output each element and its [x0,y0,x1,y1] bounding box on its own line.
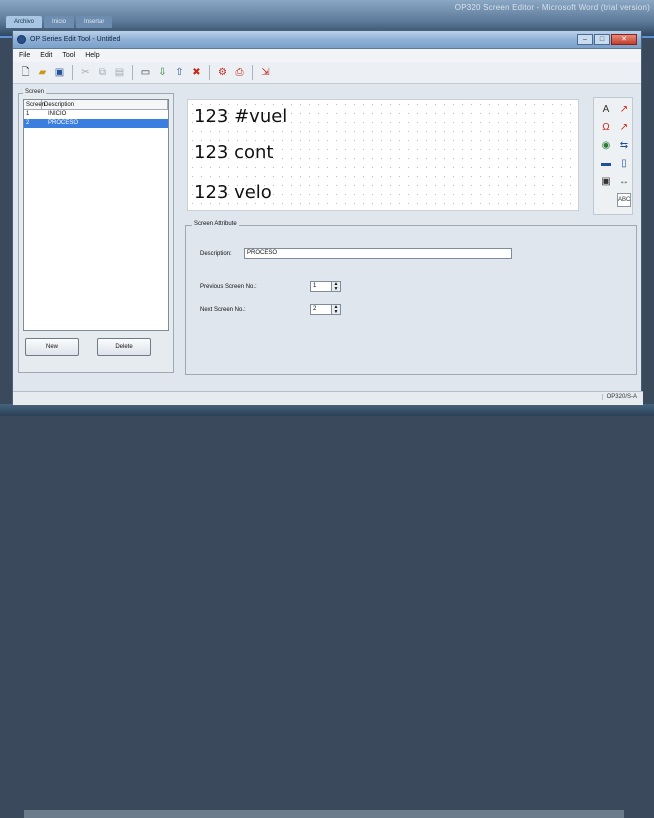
lamp-tool-icon[interactable]: ◉ [599,139,613,153]
display-text[interactable]: 123 cont [194,142,273,163]
text-tool-icon[interactable]: A [599,103,613,117]
screen-group: Screen Screen Description 1 INICIO 2 PRO… [18,89,174,373]
print-icon[interactable]: ⎙ [232,65,247,80]
background-tab[interactable]: Insertar [76,16,113,28]
screen-group-caption: Screen [23,89,47,95]
previous-screen-value[interactable]: 1 [310,281,332,292]
toolbar-separator [132,65,133,80]
display-text[interactable]: 123 velo [194,182,272,203]
previous-screen-label: Previous Screen No.: [200,283,257,290]
delete-screen-button[interactable]: Delete [97,338,151,356]
minimize-button[interactable]: – [577,34,593,45]
screen-preview[interactable]: 123 #vuel 123 cont 123 velo [187,99,579,211]
copy-icon[interactable]: ⧉ [95,65,110,80]
object-palette: A ↗ Ω ↗ ◉ ⇆ ▬ ▯ ▣ ↔ ABC [593,97,633,215]
title-bar: OP Series Edit Tool - Untitled – □ ✕ [13,31,641,49]
open-folder-icon[interactable]: ▰ [35,65,50,80]
app-window: OP Series Edit Tool - Untitled – □ ✕ Fil… [12,30,643,406]
screen-attribute-panel: Screen Attribute Description: PROCESO Pr… [185,221,637,375]
menu-help[interactable]: Help [85,52,99,59]
next-screen-label: Next Screen No.: [200,306,246,313]
description-label: Description: [200,250,232,257]
background-tab[interactable]: Archivo [6,16,43,28]
previous-screen-stepper[interactable]: 1 ▲ ▼ [310,281,341,292]
switch-tool-icon[interactable]: ⇆ [617,139,631,153]
background-ruler [24,810,624,818]
toolbar-separator [72,65,73,80]
status-model: OP320/S-A [601,394,637,400]
symbol-tool-icon[interactable]: Ω [599,121,613,135]
background-tab[interactable]: Inicio [44,16,75,28]
background-window-title: OP320 Screen Editor - Microsoft Word (tr… [454,3,650,12]
screen-list[interactable]: Screen Description 1 INICIO 2 PROCESO [23,99,169,331]
toolbar: 🗋 ▰ ▣ ✂ ⧉ ▤ ▭ ⇩ ⇧ ✖ ⚙ ⎙ ⇲ [13,62,641,84]
close-button[interactable]: ✕ [611,34,637,45]
app-icon [17,35,26,44]
menu-tool[interactable]: Tool [62,52,75,59]
exit-icon[interactable]: ⇲ [258,65,273,80]
list-item-description: PROCESO [48,120,79,126]
window-title: OP Series Edit Tool - Untitled [30,36,121,43]
toolbar-separator [209,65,210,80]
button-tool-icon[interactable]: ▣ [599,175,613,189]
screen-list-header: Screen Description [24,100,168,110]
menu-bar: File Edit Tool Help [13,49,641,62]
save-icon[interactable]: ▣ [52,65,67,80]
list-item-number: 2 [26,120,30,126]
stepper-arrows-icon[interactable]: ▲ ▼ [332,281,341,292]
window-controls: – □ ✕ [577,34,637,45]
upload-icon[interactable]: ⇧ [172,65,187,80]
list-item-description: INICIO [48,111,67,117]
screen-attribute-caption: Screen Attribute [192,221,239,227]
stepper-arrows-icon[interactable]: ▲ ▼ [332,304,341,315]
curve-tool-icon[interactable]: ↗ [617,121,631,135]
list-item-number: 1 [26,111,30,117]
background-tabs: Archivo Inicio Insertar [6,16,113,28]
trend-tool-icon[interactable]: ↔ [617,175,631,189]
next-screen-row: Next Screen No.: 2 ▲ ▼ [200,304,341,315]
menu-edit[interactable]: Edit [40,52,52,59]
line-tool-icon[interactable]: ↗ [617,103,631,117]
screen-buttons: New Delete [25,338,151,356]
new-screen-button[interactable]: New [25,338,79,356]
description-field[interactable]: PROCESO [244,248,512,259]
menu-file[interactable]: File [19,52,30,59]
meter-tool-icon[interactable]: ▯ [617,157,631,171]
column-header-screen[interactable]: Screen [24,100,45,109]
tools-icon[interactable]: ⚙ [215,65,230,80]
bar-tool-icon[interactable]: ▬ [599,157,613,171]
paste-icon[interactable]: ▤ [112,65,127,80]
next-screen-stepper[interactable]: 2 ▲ ▼ [310,304,341,315]
download-icon[interactable]: ⇩ [155,65,170,80]
delete-icon[interactable]: ✖ [189,65,204,80]
previous-screen-row: Previous Screen No.: 1 ▲ ▼ [200,281,341,292]
window-icon[interactable]: ▭ [138,65,153,80]
description-row: Description: PROCESO [200,248,512,259]
maximize-button[interactable]: □ [594,34,610,45]
cut-icon[interactable]: ✂ [78,65,93,80]
list-item[interactable]: 1 INICIO [24,110,168,119]
new-file-icon[interactable]: 🗋 [18,65,33,80]
next-screen-value[interactable]: 2 [310,304,332,315]
string-tool-icon[interactable]: ABC [617,193,631,207]
toolbar-separator [252,65,253,80]
column-header-description[interactable]: Description [42,100,168,109]
display-text[interactable]: 123 #vuel [194,106,287,127]
status-bar: OP320/S-A [13,391,643,405]
list-item-selected[interactable]: 2 PROCESO [24,119,168,128]
